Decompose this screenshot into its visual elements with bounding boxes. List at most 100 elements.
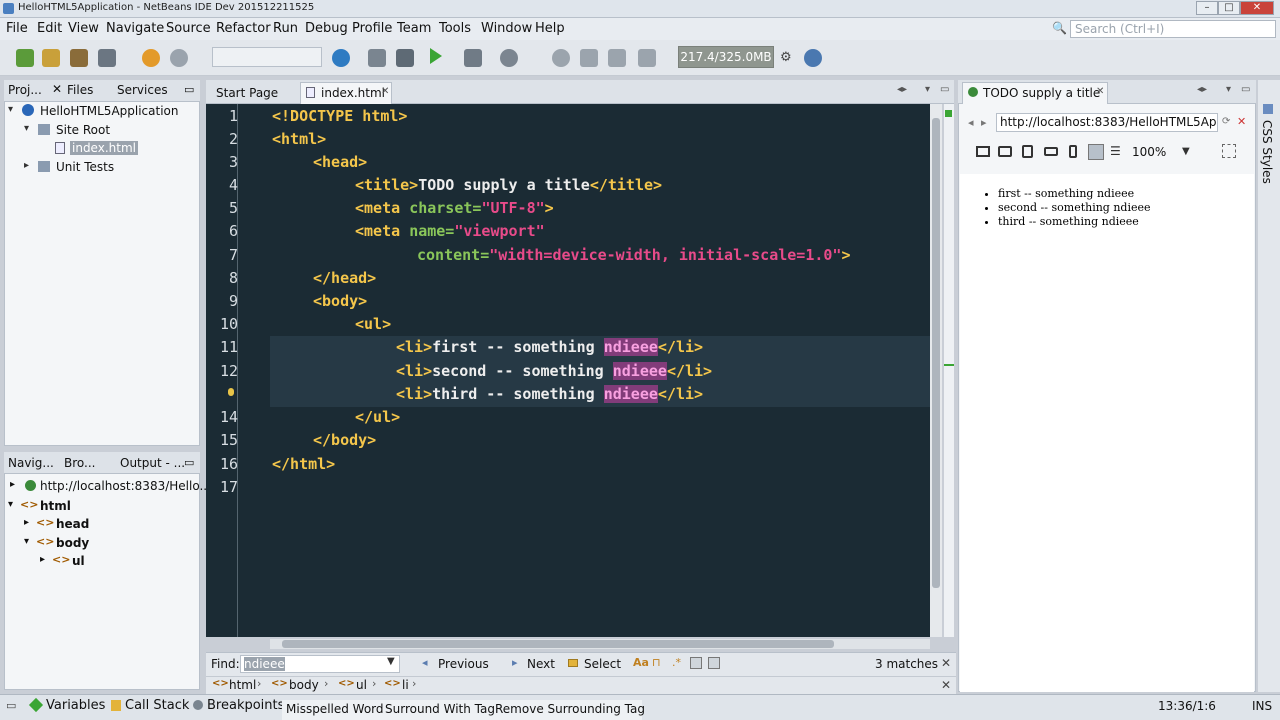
find-input[interactable]: ndieee [240, 655, 400, 673]
debug-icon[interactable] [464, 49, 482, 67]
tab-list-dropdown-icon[interactable]: ▾ [925, 84, 930, 95]
tab-index-html[interactable]: index.html ✕ [300, 82, 392, 104]
close-icon[interactable]: ✕ [52, 82, 62, 96]
expand-icon[interactable]: ▸ [10, 479, 15, 490]
tab-breakpoints[interactable]: Breakpoints [207, 698, 284, 713]
highlight-results-icon[interactable] [690, 657, 702, 669]
collapse-icon[interactable]: ▾ [24, 123, 29, 134]
inspect-mode-icon[interactable] [1088, 144, 1104, 160]
maximize-button[interactable]: □ [1218, 1, 1240, 15]
regex-icon[interactable]: .* [672, 656, 681, 669]
css-styles-tab[interactable]: CSS Styles [1260, 120, 1274, 184]
expand-icon[interactable]: ▸ [40, 554, 45, 565]
hint-surround-with-tag[interactable]: Surround With Tag [385, 702, 495, 716]
match-case-icon[interactable]: Aa [633, 656, 649, 669]
menu-help[interactable]: Help [535, 21, 565, 36]
profile-icon[interactable] [500, 49, 518, 67]
close-icon[interactable]: ✕ [1096, 86, 1104, 97]
minimize-panel-icon[interactable]: ▭ [184, 83, 194, 96]
select-element-icon[interactable] [1222, 144, 1236, 158]
menu-window[interactable]: Window [481, 21, 532, 36]
hint-misspelled-word[interactable]: Misspelled Word [286, 702, 384, 716]
tab-projects[interactable]: Proj... [8, 83, 42, 97]
next-button[interactable]: Next [527, 657, 555, 671]
browser-url-field[interactable]: http://localhost:8383/HelloHTML5Applic [996, 113, 1218, 132]
redo-icon[interactable] [170, 49, 188, 67]
maximize-browser-icon[interactable]: ▭ [1241, 84, 1250, 95]
project-node[interactable]: HelloHTML5Application [40, 104, 179, 118]
minimize-panel-icon[interactable]: ▭ [184, 456, 194, 469]
zoom-level[interactable]: 100% [1132, 145, 1166, 159]
tab-call-stack[interactable]: Call Stack [125, 698, 189, 713]
find-history-dropdown-icon[interactable]: ▼ [387, 656, 395, 667]
dom-node-html[interactable]: html [40, 499, 71, 513]
menu-refactor[interactable]: Refactor [216, 21, 271, 36]
whole-words-icon[interactable]: ⊓ [652, 656, 661, 669]
phone-view-icon[interactable] [1069, 145, 1077, 158]
save-all-icon[interactable] [98, 49, 116, 67]
dom-node-head[interactable]: head [56, 517, 89, 531]
tab-list-dropdown-icon[interactable]: ▾ [1226, 84, 1231, 95]
tablet-landscape-icon[interactable] [1044, 147, 1058, 156]
tab-output[interactable]: Output - ... [120, 456, 185, 470]
build-hammer-icon[interactable] [368, 49, 386, 67]
menu-debug[interactable]: Debug [305, 21, 348, 36]
tab-files[interactable]: Files [67, 83, 93, 97]
maximize-editor-icon[interactable]: ▭ [940, 84, 949, 95]
close-button[interactable]: ✕ [1240, 1, 1274, 15]
index-html-node[interactable]: index.html [70, 141, 138, 155]
menu-view[interactable]: View [68, 21, 99, 36]
menu-navigate[interactable]: Navigate [106, 21, 164, 36]
scroll-tabs-left-icon[interactable]: ◂▸ [897, 84, 907, 95]
menu-edit[interactable]: Edit [37, 21, 62, 36]
new-project-icon[interactable] [42, 49, 60, 67]
camera-icon[interactable] [580, 49, 598, 67]
package-icon[interactable] [638, 49, 656, 67]
new-file-icon[interactable] [16, 49, 34, 67]
quick-search-input[interactable]: Search (Ctrl+I) [1070, 20, 1276, 38]
close-icon[interactable]: ✕ [941, 678, 951, 692]
forward-arrow-icon[interactable]: ▸ [981, 116, 987, 129]
gc-gear-icon[interactable]: ⚙ [780, 50, 792, 65]
unit-tests-node[interactable]: Unit Tests [56, 160, 114, 174]
hint-remove-surrounding-tag[interactable]: Remove Surrounding Tag [495, 702, 645, 716]
stop-icon[interactable]: ✕ [1237, 115, 1246, 128]
menu-file[interactable]: File [6, 21, 28, 36]
memory-usage-indicator[interactable]: 217.4/325.0MB [678, 46, 774, 68]
collapse-icon[interactable]: ▾ [24, 536, 29, 547]
wrap-around-icon[interactable] [708, 657, 720, 669]
dom-node-body[interactable]: body [56, 536, 89, 550]
menu-tools[interactable]: Tools [439, 21, 471, 36]
web-page-view[interactable] [960, 174, 1254, 692]
breadcrumb-ul[interactable]: ul [356, 678, 367, 692]
close-icon[interactable]: ✕ [381, 86, 389, 97]
tab-variables[interactable]: Variables [46, 698, 105, 713]
menu-profile[interactable]: Profile [352, 21, 392, 36]
tab-services[interactable]: Services [117, 83, 168, 97]
clean-build-icon[interactable] [396, 49, 414, 67]
open-project-icon[interactable] [70, 49, 88, 67]
tablet-portrait-icon[interactable] [1022, 145, 1033, 158]
menu-source[interactable]: Source [166, 21, 211, 36]
breadcrumb-body[interactable]: body [289, 678, 319, 692]
menu-run[interactable]: Run [273, 21, 298, 36]
close-icon[interactable]: ✕ [941, 656, 951, 670]
upload-icon[interactable] [608, 49, 626, 67]
minimize-button[interactable]: – [1196, 1, 1218, 15]
tab-navigator[interactable]: Navig... [8, 456, 54, 470]
browser-globe-icon[interactable] [332, 49, 350, 67]
lightbulb-hint-icon[interactable] [228, 388, 234, 396]
previous-button[interactable]: Previous [438, 657, 489, 671]
back-arrow-icon[interactable]: ◂ [968, 116, 974, 129]
select-button[interactable]: Select [584, 657, 621, 671]
expand-icon[interactable]: ▸ [24, 517, 29, 528]
expand-icon[interactable]: ▸ [24, 160, 29, 171]
desktop-view-icon[interactable] [976, 146, 990, 157]
layout-menu-icon[interactable]: ☰ [1110, 144, 1121, 158]
zoom-dropdown-icon[interactable]: ▼ [1182, 146, 1190, 157]
collapse-icon[interactable]: ▾ [8, 499, 13, 510]
minimize-panel-icon[interactable]: ▭ [6, 699, 16, 712]
tab-browser-page[interactable]: TODO supply a title ✕ [962, 82, 1108, 104]
tab-browser-dom[interactable]: Bro... [64, 456, 95, 470]
tab-start-page[interactable]: Start Page [216, 86, 278, 100]
